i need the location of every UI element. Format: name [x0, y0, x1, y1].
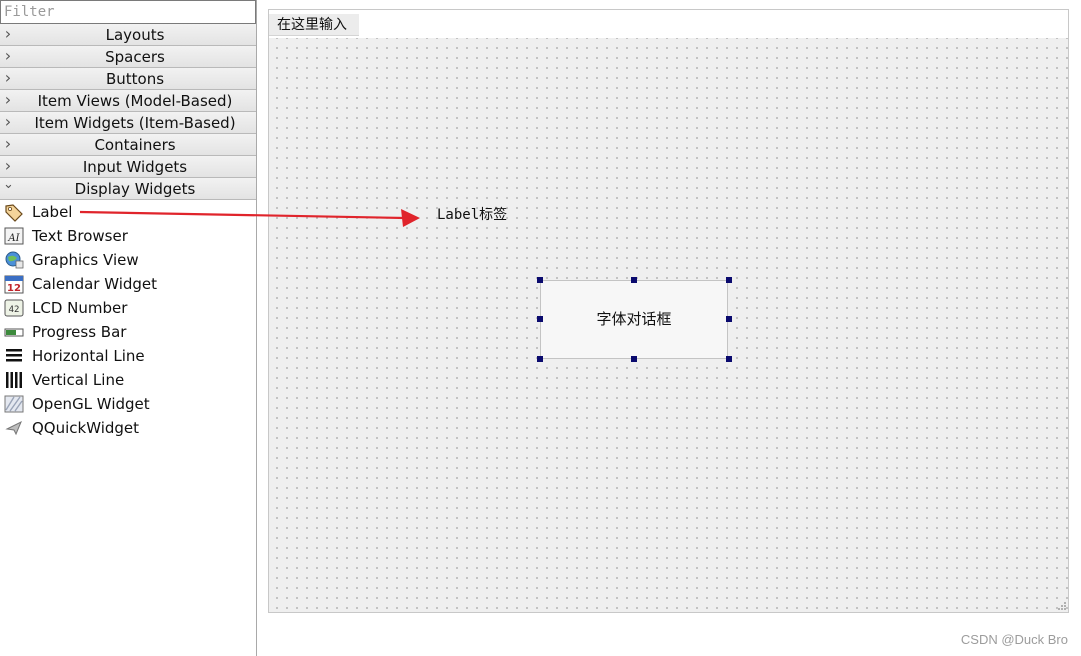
widget-item[interactable]: Graphics View — [0, 248, 256, 272]
category-header[interactable]: › Item Views (Model-Based) — [0, 90, 256, 112]
resize-handle-bottom-right[interactable] — [726, 356, 732, 362]
horizontal-line-icon — [4, 346, 24, 366]
category-header[interactable]: › Item Widgets (Item-Based) — [0, 112, 256, 134]
size-grip-icon[interactable] — [1056, 600, 1066, 610]
category-label: Item Views (Model-Based) — [37, 92, 233, 110]
widget-item[interactable]: Label — [0, 200, 256, 224]
widget-item-label: Progress Bar — [32, 323, 127, 341]
resize-handle-top-right[interactable] — [726, 277, 732, 283]
svg-text:AI: AI — [7, 233, 20, 244]
qquickwidget-icon — [4, 418, 24, 438]
chevron-right-icon: › — [4, 156, 12, 175]
widget-item[interactable]: Progress Bar — [0, 320, 256, 344]
label-widget[interactable]: Label标签 — [437, 205, 507, 225]
category-header[interactable]: › Layouts — [0, 24, 256, 46]
widget-item-label: OpenGL Widget — [32, 395, 150, 413]
calendar-icon: 12 — [4, 274, 24, 294]
label-tag-icon — [4, 202, 24, 222]
widget-item[interactable]: Vertical Line — [0, 368, 256, 392]
resize-handle-middle-left[interactable] — [537, 316, 543, 322]
menu-type-here-placeholder[interactable]: 在这里输入 — [269, 14, 359, 36]
font-dialog-button[interactable]: 字体对话框 — [540, 280, 728, 359]
widget-item-label: Label — [32, 203, 73, 221]
graphics-view-icon — [4, 250, 24, 270]
category-header[interactable]: › Containers — [0, 134, 256, 156]
resize-handle-bottom-left[interactable] — [537, 356, 543, 362]
resize-handle-top-left[interactable] — [537, 277, 543, 283]
chevron-right-icon: › — [4, 112, 12, 131]
category-header[interactable]: › Spacers — [0, 46, 256, 68]
widget-item-label: QQuickWidget — [32, 419, 140, 437]
category-header[interactable]: ⌄ Display Widgets — [0, 178, 256, 200]
lcd-number-icon: 42 — [4, 298, 24, 318]
resize-handle-bottom-center[interactable] — [631, 356, 637, 362]
chevron-right-icon: › — [4, 46, 12, 65]
widget-item-label: Calendar Widget — [32, 275, 158, 293]
widget-item[interactable]: AI Text Browser — [0, 224, 256, 248]
form-editor-canvas[interactable]: 在这里输入 Label标签 字体对话框 — [268, 9, 1069, 613]
chevron-right-icon: › — [4, 24, 12, 43]
widget-item-label: LCD Number — [32, 299, 128, 317]
category-label: Input Widgets — [82, 158, 188, 176]
widget-item[interactable]: 12 Calendar Widget — [0, 272, 256, 296]
widget-item-label: Graphics View — [32, 251, 139, 269]
opengl-widget-icon — [4, 394, 24, 414]
category-label: Containers — [94, 136, 176, 154]
category-label: Spacers — [105, 48, 165, 66]
chevron-right-icon: › — [4, 90, 12, 109]
category-header[interactable]: › Input Widgets — [0, 156, 256, 178]
widget-item[interactable]: Horizontal Line — [0, 344, 256, 368]
watermark: CSDN @Duck Bro — [960, 632, 1068, 647]
progress-bar-icon — [4, 322, 24, 342]
category-label: Layouts — [105, 26, 165, 44]
category-label: Buttons — [105, 70, 165, 88]
resize-handle-middle-right[interactable] — [726, 316, 732, 322]
widget-item[interactable]: OpenGL Widget — [0, 392, 256, 416]
category-label: Item Widgets (Item-Based) — [34, 114, 236, 132]
filter-input[interactable] — [0, 0, 256, 24]
chevron-right-icon: › — [4, 68, 12, 87]
text-browser-icon: AI — [4, 226, 24, 246]
widget-item-label: Horizontal Line — [32, 347, 145, 365]
svg-text:42: 42 — [9, 305, 20, 315]
widget-box-panel: › Layouts › Spacers › Buttons › Item Views (Mod… — [0, 0, 257, 656]
resize-handle-top-center[interactable] — [631, 277, 637, 283]
widget-item[interactable]: 42 LCD Number — [0, 296, 256, 320]
qt-designer-window: › Layouts › Spacers › Buttons › Item Views (Mod… — [0, 0, 1081, 656]
widget-item-label: Vertical Line — [32, 371, 125, 389]
svg-text:12: 12 — [7, 283, 21, 294]
menu-bar: 在这里输入 — [269, 10, 1068, 38]
chevron-down-icon: ⌄ — [3, 177, 14, 192]
chevron-right-icon: › — [4, 134, 12, 153]
category-header[interactable]: › Buttons — [0, 68, 256, 90]
widget-item[interactable]: QQuickWidget — [0, 416, 256, 440]
vertical-line-icon — [4, 370, 24, 390]
widget-item-label: Text Browser — [32, 227, 128, 245]
category-label: Display Widgets — [74, 180, 196, 198]
